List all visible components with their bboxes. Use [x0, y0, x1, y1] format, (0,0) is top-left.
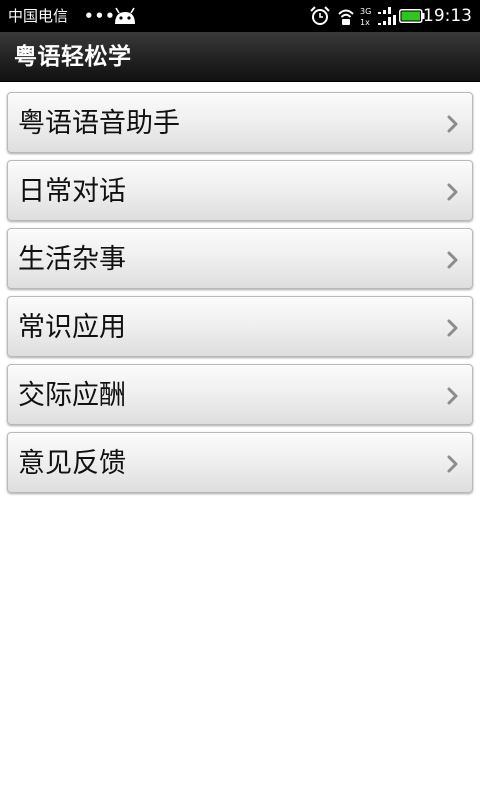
alarm-icon [310, 6, 330, 25]
menu-item-label: 日常对话 [18, 176, 126, 207]
menu-item-label: 生活杂事 [18, 244, 126, 275]
android-icon [115, 7, 135, 24]
notification-dots: ••• [84, 7, 116, 25]
app-title: 粤语轻松学 [14, 44, 132, 70]
menu-item-social[interactable]: 交际应酬 [7, 364, 473, 425]
chevron-right-icon [447, 115, 458, 133]
menu-item-label: 交际应酬 [18, 380, 126, 411]
wifi-icon [338, 9, 354, 25]
chevron-right-icon [447, 251, 458, 269]
menu-item-label: 常识应用 [18, 312, 126, 343]
menu-item-label: 意见反馈 [18, 448, 126, 479]
menu-item-label: 粤语语音助手 [18, 108, 180, 139]
chevron-right-icon [447, 183, 458, 201]
network-sub-label: 1x [360, 18, 370, 27]
chevron-right-icon [447, 319, 458, 337]
title-bar: 粤语轻松学 [0, 32, 480, 82]
clock: 19:13 [423, 6, 472, 26]
menu-item-daily-life[interactable]: 生活杂事 [7, 228, 473, 289]
menu-list: 粤语语音助手 日常对话 生活杂事 常识应用 交际应酬 意见反馈 [7, 92, 473, 500]
status-bar: 中国电信 ••• 3G 1x 19:13 [0, 0, 480, 32]
battery-icon [399, 9, 425, 23]
menu-item-voice-assistant[interactable]: 粤语语音助手 [7, 92, 473, 153]
chevron-right-icon [447, 387, 458, 405]
carrier-name: 中国电信 [8, 7, 69, 25]
menu-item-common-knowledge[interactable]: 常识应用 [7, 296, 473, 357]
network-label: 3G [360, 7, 371, 16]
signal-icon: 3G 1x [360, 7, 396, 27]
chevron-right-icon [447, 455, 458, 473]
menu-item-daily-conversation[interactable]: 日常对话 [7, 160, 473, 221]
menu-item-feedback[interactable]: 意见反馈 [7, 432, 473, 493]
